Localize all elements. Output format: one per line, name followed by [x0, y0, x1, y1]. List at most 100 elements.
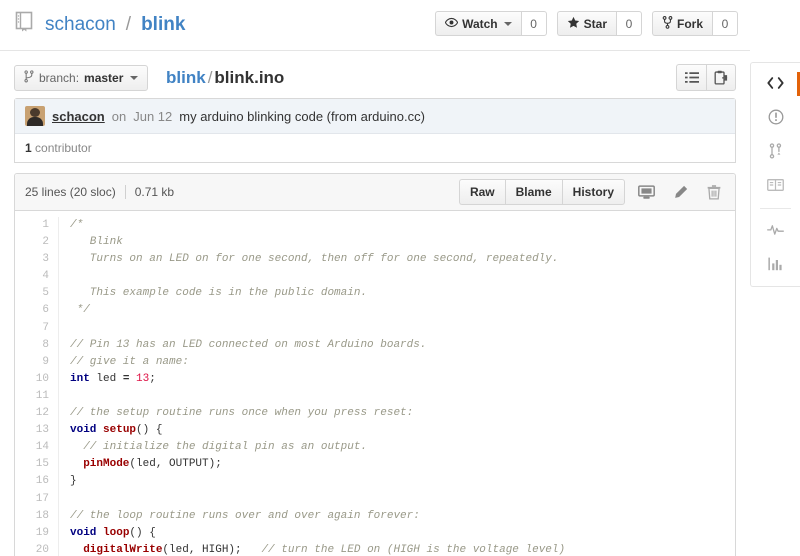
line-number[interactable]: 16	[15, 473, 49, 490]
file-line-count: 25 lines (20 sloc)	[25, 185, 116, 199]
commit-date-prefix: on	[112, 109, 126, 124]
file-meta-bar: 25 lines (20 sloc) 0.71 kb Raw Blame His…	[15, 174, 735, 211]
line-number[interactable]: 18	[15, 508, 49, 525]
code-content[interactable]: /* Blink Turns on an LED on for one seco…	[59, 217, 735, 556]
line-number-gutter[interactable]: 123456789101112131415161718192021222324	[15, 217, 59, 556]
code-token: pinMode	[83, 458, 129, 470]
clipboard-copy-icon[interactable]	[706, 64, 736, 91]
code-token: loop	[103, 527, 129, 539]
breadcrumb-file-name: blink.ino	[214, 68, 284, 87]
meta-divider	[125, 185, 126, 199]
star-button[interactable]: Star	[557, 11, 616, 36]
line-number[interactable]: 10	[15, 371, 49, 388]
code-line	[70, 491, 735, 508]
code-line: // the loop routine runs over and over a…	[70, 508, 735, 525]
chevron-down-icon	[504, 22, 512, 26]
fork-button[interactable]: Fork	[652, 11, 712, 36]
sidebar-separator	[760, 208, 791, 209]
contributors-row[interactable]: 1 contributor	[15, 134, 735, 162]
open-in-desktop-icon[interactable]	[633, 179, 659, 205]
commit-message[interactable]: my arduino blinking code (from arduino.c…	[179, 109, 425, 124]
file-nav-tools	[676, 64, 736, 91]
line-number[interactable]: 5	[15, 285, 49, 302]
repo-title: schacon / blink	[14, 10, 185, 39]
star-icon	[567, 16, 580, 31]
line-number[interactable]: 12	[15, 405, 49, 422]
file-size: 0.71 kb	[135, 185, 174, 199]
blame-button[interactable]: Blame	[505, 179, 562, 205]
code-line: // Pin 13 has an LED connected on most A…	[70, 337, 735, 354]
file-navigation: branch: master blink/blink.ino	[0, 51, 750, 98]
line-number[interactable]: 6	[15, 302, 49, 319]
star-button-group: Star 0	[557, 11, 642, 36]
sidebar-item-pull-requests[interactable]	[751, 135, 800, 169]
fork-icon	[662, 16, 673, 31]
line-number[interactable]: 4	[15, 268, 49, 285]
fork-count[interactable]: 0	[712, 11, 738, 36]
line-number[interactable]: 8	[15, 337, 49, 354]
code-line: /*	[70, 217, 735, 234]
code-line: int led = 13;	[70, 371, 735, 388]
fork-label: Fork	[677, 18, 703, 30]
history-button[interactable]: History	[562, 179, 625, 205]
code-token: Turns on an LED on for one second, then …	[70, 253, 558, 265]
line-number[interactable]: 13	[15, 422, 49, 439]
branch-name-label: master	[84, 71, 123, 85]
code-line: Blink	[70, 234, 735, 251]
line-number[interactable]: 9	[15, 354, 49, 371]
breadcrumb: blink/blink.ino	[166, 68, 284, 88]
repo-name-link[interactable]: blink	[141, 13, 185, 37]
wiki-book-icon	[767, 178, 784, 195]
code-token	[70, 458, 83, 470]
watch-button-group: Watch 0	[435, 11, 547, 36]
watch-count[interactable]: 0	[521, 11, 547, 36]
branch-select-button[interactable]: branch: master	[14, 65, 148, 91]
sidebar-item-graphs[interactable]	[751, 248, 800, 282]
graphs-icon	[768, 257, 784, 274]
code-line: void setup() {	[70, 422, 735, 439]
code-token: /*	[70, 219, 83, 231]
code-token: Blink	[70, 236, 123, 248]
code-line	[70, 320, 735, 337]
code-token: 13	[136, 373, 149, 385]
code-line	[70, 268, 735, 285]
line-number[interactable]: 15	[15, 456, 49, 473]
file-meta-info: 25 lines (20 sloc) 0.71 kb	[25, 185, 174, 199]
trash-delete-icon[interactable]	[701, 179, 727, 205]
line-number[interactable]: 3	[15, 251, 49, 268]
repo-actions: Watch 0 Star 0	[435, 11, 738, 36]
contributor-label: contributor	[35, 141, 92, 155]
line-number[interactable]: 14	[15, 439, 49, 456]
fork-button-group: Fork 0	[652, 11, 738, 36]
line-number[interactable]: 20	[15, 542, 49, 556]
latest-commit-row: schacon on Jun 12 my arduino blinking co…	[15, 99, 735, 134]
star-count[interactable]: 0	[616, 11, 642, 36]
code-token: // the setup routine runs once when you …	[70, 407, 413, 419]
list-view-icon[interactable]	[676, 64, 706, 91]
repo-owner-link[interactable]: schacon	[45, 13, 116, 37]
repo-separator: /	[125, 13, 132, 37]
line-number[interactable]: 7	[15, 320, 49, 337]
sidebar-item-issues[interactable]	[751, 101, 800, 135]
breadcrumb-root-link[interactable]: blink	[166, 68, 206, 87]
code-token: setup	[103, 424, 136, 436]
code-line: // give it a name:	[70, 354, 735, 371]
line-number[interactable]: 17	[15, 491, 49, 508]
line-number[interactable]: 11	[15, 388, 49, 405]
watch-button[interactable]: Watch	[435, 11, 521, 36]
repo-book-icon	[14, 10, 36, 39]
code-line: This example code is in the public domai…	[70, 285, 735, 302]
line-number[interactable]: 2	[15, 234, 49, 251]
pencil-edit-icon[interactable]	[667, 179, 693, 205]
code-token: (led, OUTPUT);	[129, 458, 221, 470]
commit-author-link[interactable]: schacon	[52, 109, 105, 124]
sidebar-item-code[interactable]	[751, 67, 800, 101]
code-token: () {	[136, 424, 162, 436]
line-number[interactable]: 19	[15, 525, 49, 542]
sidebar-item-wiki[interactable]	[751, 169, 800, 203]
sidebar-item-pulse[interactable]	[751, 214, 800, 248]
raw-button[interactable]: Raw	[459, 179, 505, 205]
code-line: pinMode(led, OUTPUT);	[70, 456, 735, 473]
code-token: void	[70, 424, 96, 436]
line-number[interactable]: 1	[15, 217, 49, 234]
